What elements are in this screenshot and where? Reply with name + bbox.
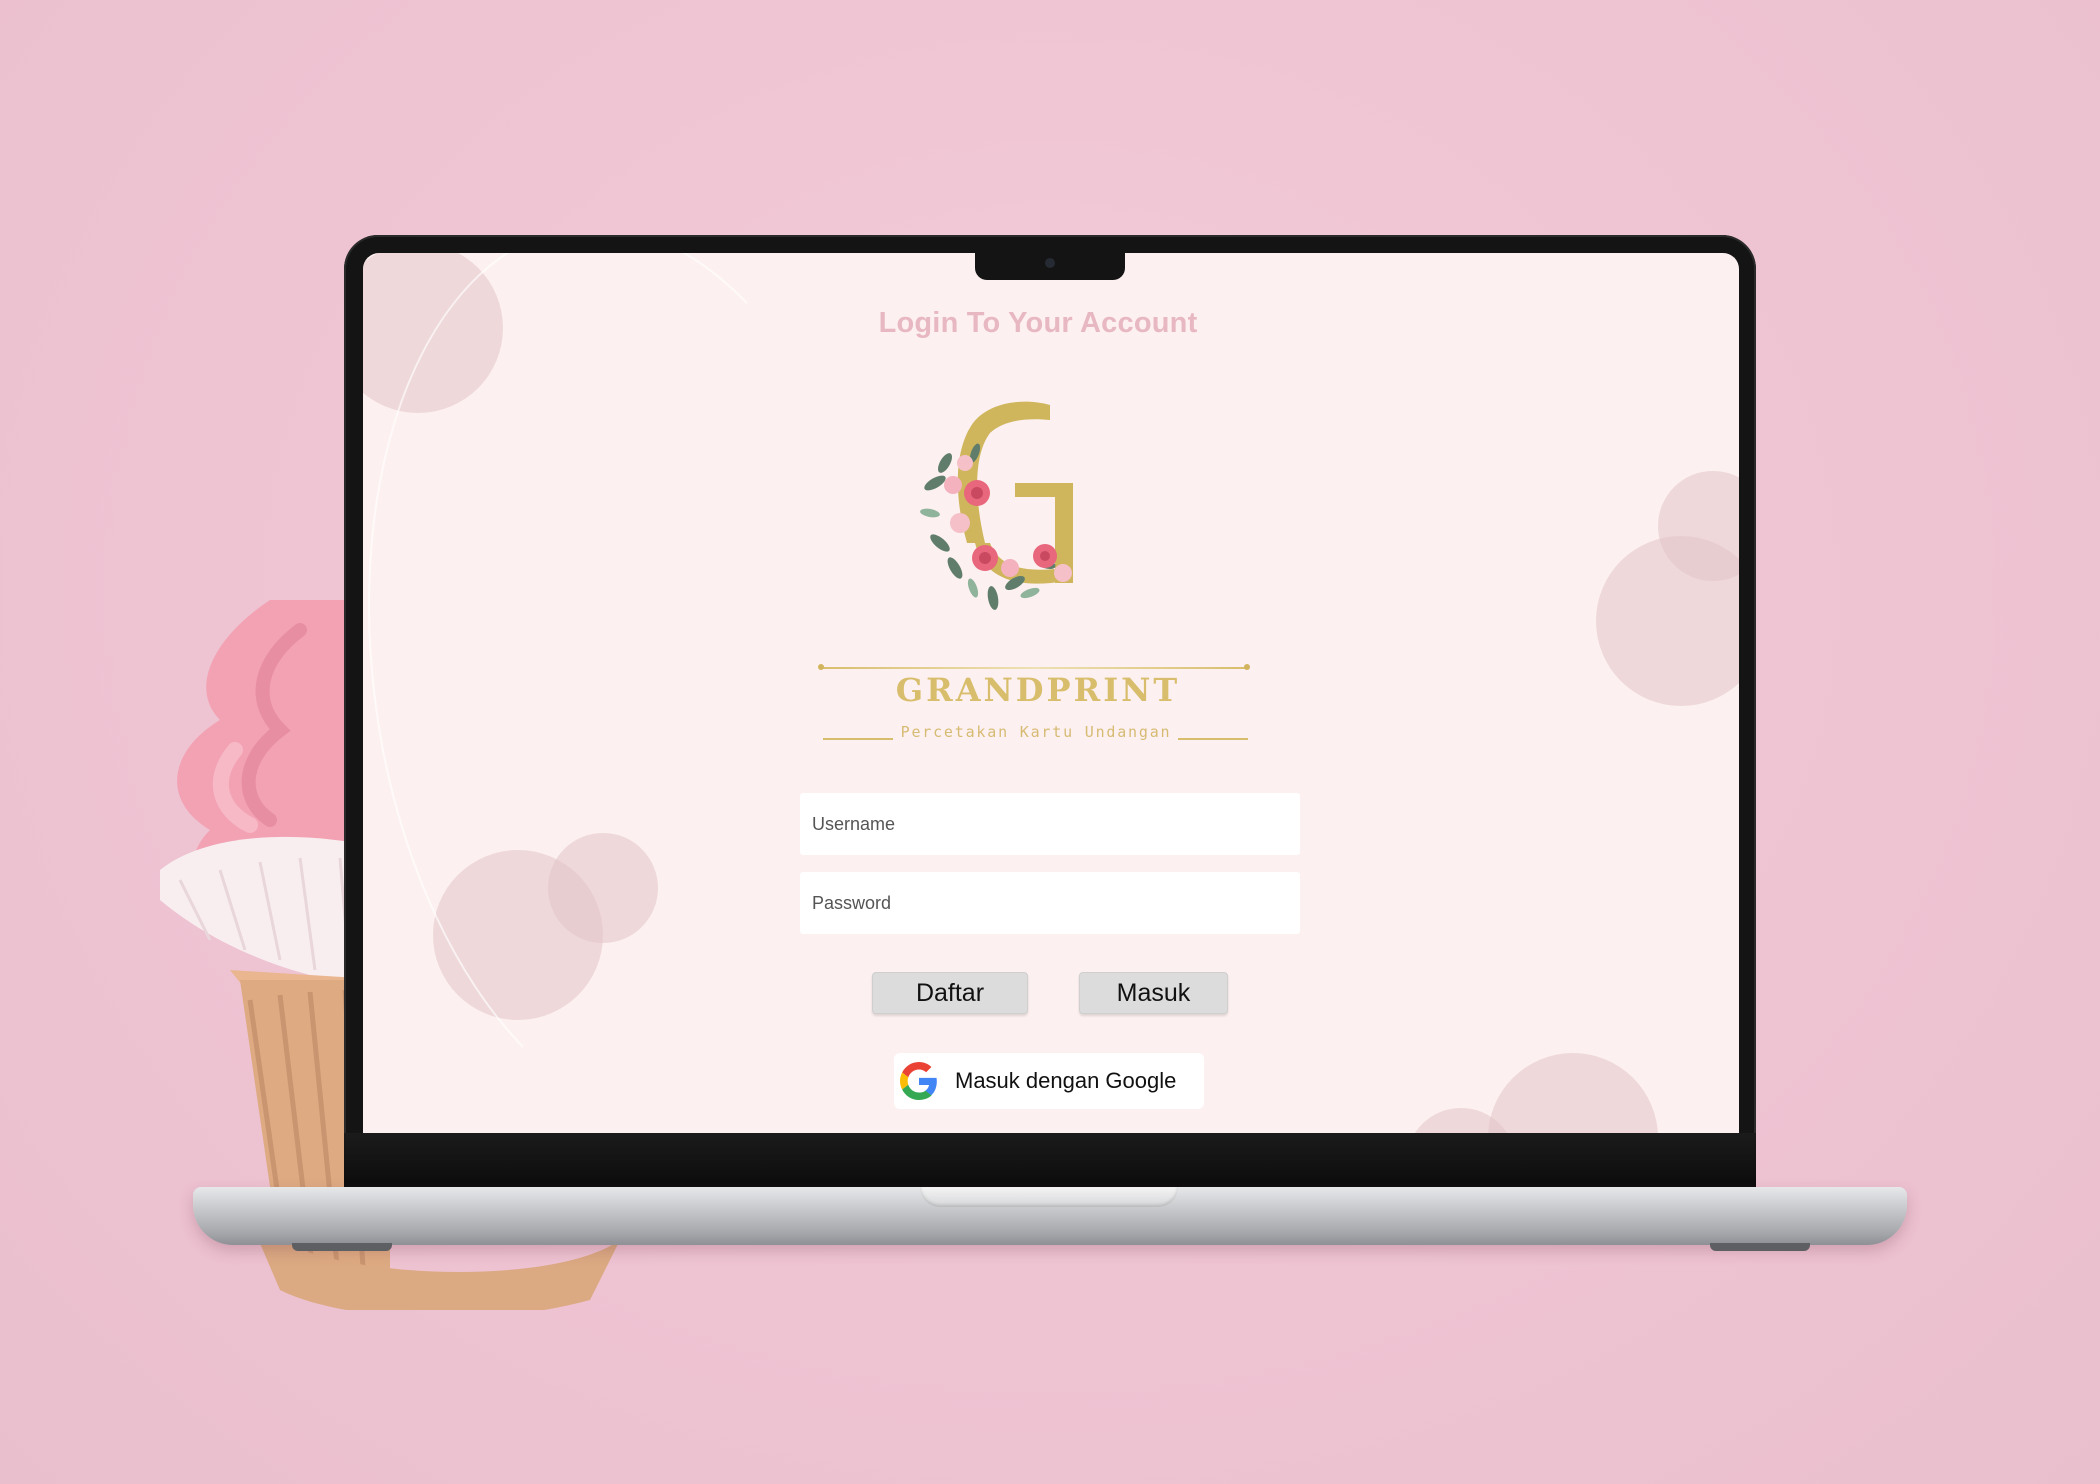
brand-tagline: Percetakan Kartu Undangan: [900, 723, 1172, 741]
google-login-button[interactable]: Masuk dengan Google: [894, 1053, 1204, 1109]
google-g-icon: [900, 1062, 937, 1100]
google-login-label: Masuk dengan Google: [955, 1068, 1177, 1093]
laptop-lid-groove: [920, 1187, 1178, 1207]
brand-divider-dot: [818, 664, 824, 670]
webcam: [1045, 258, 1055, 268]
register-button[interactable]: Daftar: [872, 972, 1028, 1014]
username-input[interactable]: [800, 793, 1300, 855]
password-input[interactable]: [800, 872, 1300, 934]
brand-name: GRANDPRINT: [895, 671, 1181, 709]
brand-divider-dot: [1244, 664, 1250, 670]
laptop-foot: [292, 1243, 392, 1251]
login-button[interactable]: Masuk: [1079, 972, 1228, 1014]
page-title: Login To Your Account: [878, 307, 1198, 339]
login-screen: Login To Your Account GRANDPRINT Perceta…: [363, 253, 1739, 1133]
laptop-chin: [344, 1133, 1756, 1187]
brand-divider-top: [821, 667, 1247, 669]
grandprint-floral-logo: [920, 401, 1073, 610]
scene: Login To Your Account GRANDPRINT Perceta…: [0, 0, 2100, 1484]
laptop-foot: [1710, 1243, 1810, 1251]
